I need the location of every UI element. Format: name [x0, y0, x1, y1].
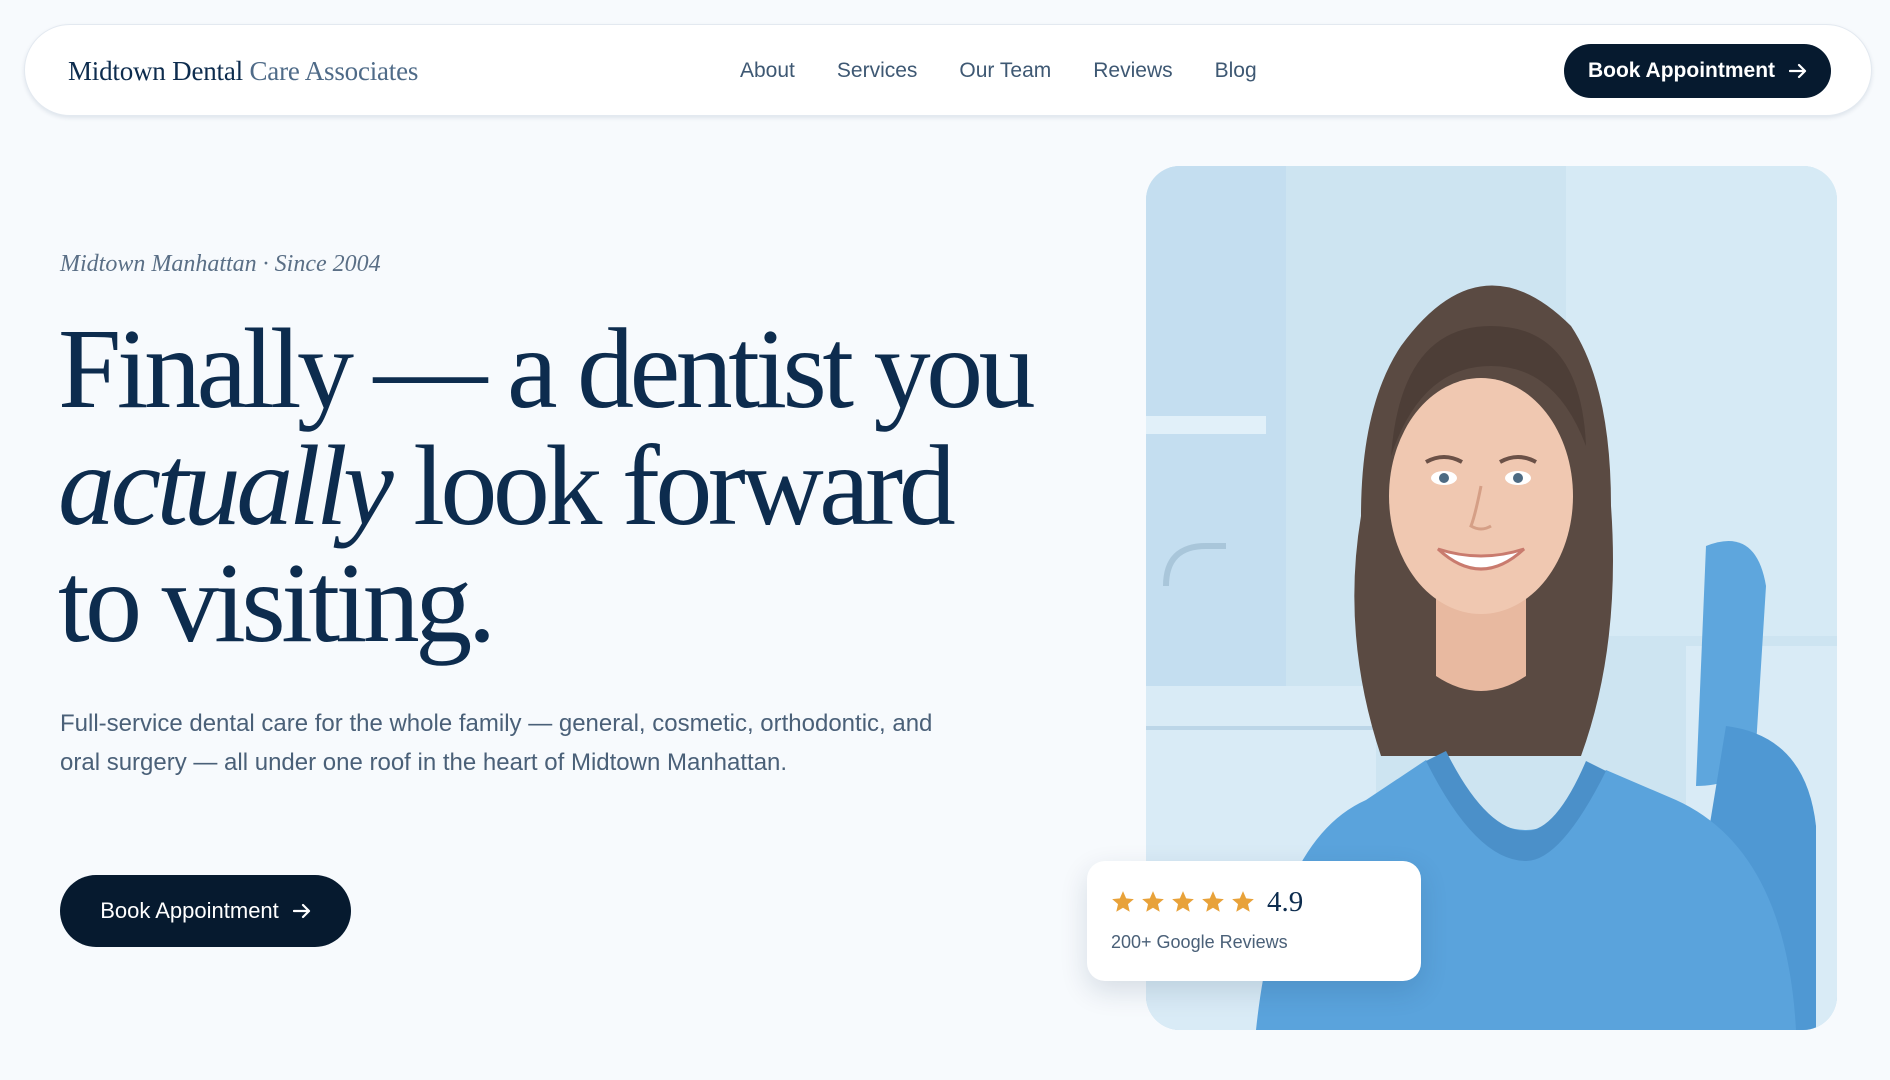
hero-eyebrow: Midtown Manhattan · Since 2004	[60, 251, 381, 277]
nav-link-blog[interactable]: Blog	[1215, 57, 1257, 85]
nav-links: About Services Our Team Reviews Blog	[740, 57, 1299, 85]
rating-score: 4.9	[1267, 886, 1304, 918]
star-icon	[1112, 891, 1134, 912]
headline-line-2: look forward	[389, 422, 956, 549]
nav-link-services[interactable]: Services	[837, 57, 918, 85]
nav-cta-label: Book Appointment	[1587, 59, 1776, 82]
star-icon	[1232, 891, 1254, 912]
nav-link-our-team[interactable]: Our Team	[959, 57, 1051, 85]
nav-link-reviews[interactable]: Reviews	[1093, 57, 1172, 85]
headline-line-3: to visiting.	[58, 539, 496, 666]
nav-book-appointment-button[interactable]: Book Appointment	[1564, 44, 1831, 98]
top-nav: Midtown Dental Care Associates About Ser…	[24, 24, 1872, 116]
nav-link-about[interactable]: About	[740, 57, 795, 85]
hero-headline: Finally — a dentist you actually look fo…	[58, 310, 1098, 661]
star-icon	[1172, 891, 1194, 912]
rating-card: 4.9 200+ Google Reviews	[1087, 861, 1421, 981]
star-icon	[1202, 891, 1224, 912]
headline-italic-word: actually	[58, 422, 394, 549]
rating-stars	[1110, 889, 1256, 915]
hero-description: Full-service dental care for the whole f…	[60, 710, 933, 776]
arrow-right-icon	[292, 903, 310, 919]
hero-cta-label: Book Appointment	[100, 898, 279, 923]
brand-primary: Midtown Dental	[68, 56, 243, 86]
star-icon	[1142, 891, 1164, 912]
hero-book-appointment-button[interactable]: Book Appointment	[60, 875, 351, 947]
arrow-right-icon	[1789, 63, 1807, 79]
brand-secondary: Care Associates	[249, 56, 419, 86]
headline-line-1: Finally — a dentist you	[58, 305, 1036, 432]
brand-logo[interactable]: Midtown Dental Care Associates	[68, 53, 418, 89]
rating-review-count: 200+ Google Reviews	[1111, 932, 1288, 952]
